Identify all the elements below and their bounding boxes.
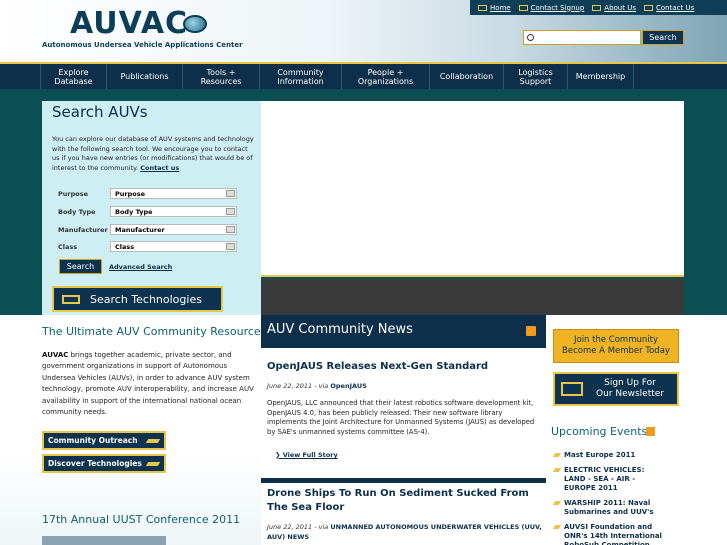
community-column: The Ultimate AUV Community Resource AUVA… <box>0 315 261 545</box>
community-outreach-button[interactable]: Community Outreach <box>42 431 166 450</box>
dropdown-arrow-icon <box>226 226 235 233</box>
news-header: AUV Community News <box>261 315 546 348</box>
news-column: AUV Community News OpenJAUS Releases Nex… <box>261 315 546 545</box>
story-title[interactable]: OpenJAUS Releases Next-Gen Standard <box>267 360 542 374</box>
filter-purpose: Purpose Purpose <box>58 188 237 199</box>
auv-search-button[interactable]: Search <box>59 259 102 274</box>
mail-icon <box>518 4 528 11</box>
home-link[interactable]: Home <box>478 4 511 12</box>
right-column: Join the Community Become A Member Today… <box>546 315 727 545</box>
site-search-button[interactable]: Search <box>642 30 684 45</box>
contact-signup-link[interactable]: Contact Signup <box>518 4 584 12</box>
body-type-select[interactable]: Body Type <box>110 206 237 217</box>
event-item[interactable]: Mast Europe 2011 <box>554 451 672 460</box>
search-technologies-button[interactable]: Search Technologies <box>52 286 223 312</box>
info-icon <box>592 4 602 11</box>
nav-logistics-support[interactable]: Logistics Support <box>504 64 568 89</box>
news-title: AUV Community News <box>267 322 413 337</box>
logo-globe-icon <box>183 15 207 33</box>
dropdown-arrow-icon <box>226 243 235 250</box>
swoosh-icon <box>145 462 161 466</box>
news-divider <box>261 478 546 483</box>
contact-icon <box>643 4 653 11</box>
story-body: OpenJAUS, LLC announced that their lates… <box>267 399 535 436</box>
event-item[interactable]: ELECTRIC VEHICLES: LAND - SEA - AIR - EU… <box>554 466 672 493</box>
search-auvs-panel: Search AUVs You can explore our database… <box>42 101 261 315</box>
event-item[interactable]: AUVSI Foundation and ONR's 14th Internat… <box>554 523 672 545</box>
nav-collaboration[interactable]: Collaboration <box>430 64 504 89</box>
dropdown-arrow-icon <box>226 190 235 197</box>
site-search-input[interactable] <box>523 30 641 45</box>
discover-technologies-button[interactable]: Discover Technologies <box>42 454 166 473</box>
media-caption-strip <box>261 279 684 315</box>
envelope-icon <box>561 382 583 396</box>
nav-community-information[interactable]: Community Information <box>260 64 342 89</box>
upcoming-events-title: Upcoming Events <box>551 425 648 438</box>
filter-class: Class Class <box>58 241 237 252</box>
logo-wordmark[interactable]: AUVAC <box>70 6 188 41</box>
conference-image[interactable] <box>42 536 166 545</box>
community-title: The Ultimate AUV Community Resource <box>42 325 261 338</box>
nav-membership[interactable]: Membership <box>568 64 634 89</box>
logo-tagline: Autonomous Undersea Vehicle Applications… <box>42 41 243 49</box>
nav-people-organizations[interactable]: People + Organizations <box>342 64 430 89</box>
conference-title: 17th Annual UUST Conference 2011 <box>42 513 241 526</box>
story-meta: June 22, 2011 - via UNMANNED AUTONOMOUS … <box>267 523 542 541</box>
battery-icon <box>62 295 80 304</box>
story-meta: June 22, 2011 - via OpenJAUS <box>267 382 367 390</box>
view-full-story-link[interactable]: ❯ View Full Story <box>275 451 338 459</box>
dropdown-arrow-icon <box>226 208 235 215</box>
filter-manufacturer: Manufacturer Manufacturer <box>58 224 237 235</box>
contact-us-inline-link[interactable]: Contact us <box>140 164 179 172</box>
about-us-link[interactable]: About Us <box>592 4 636 12</box>
nav-tools-resources[interactable]: Tools + Resources <box>183 64 260 89</box>
swoosh-icon <box>145 439 161 443</box>
search-intro: You can explore our database of AUV syst… <box>52 135 254 172</box>
purpose-select[interactable]: Purpose <box>110 188 237 199</box>
join-community-button[interactable]: Join the Community Become A Member Today <box>553 329 679 363</box>
story-title[interactable]: Drone Ships To Run On Sediment Sucked Fr… <box>267 487 542 515</box>
home-icon <box>478 4 487 11</box>
class-select[interactable]: Class <box>110 241 237 252</box>
site-header: AUVAC Autonomous Undersea Vehicle Applic… <box>0 0 727 62</box>
manufacturer-select[interactable]: Manufacturer <box>110 224 237 235</box>
advanced-search-link[interactable]: Advanced Search <box>109 263 172 271</box>
feature-media-area <box>261 101 684 277</box>
search-icon <box>527 34 534 41</box>
main-nav: Explore Database Publications Tools + Re… <box>0 62 727 89</box>
nav-explore-database[interactable]: Explore Database <box>40 64 107 89</box>
rss-icon[interactable] <box>646 427 655 436</box>
community-description: AUVAC brings together academic, private … <box>42 351 254 417</box>
contact-us-link[interactable]: Contact Us <box>643 4 694 12</box>
event-item[interactable]: WARSHIP 2011: Naval Submarines and UUV's <box>554 499 672 517</box>
newsletter-signup-button[interactable]: Sign Up For Our Newsletter <box>553 372 679 406</box>
filter-body-type: Body Type Body Type <box>58 206 237 217</box>
rss-icon[interactable] <box>526 326 536 336</box>
utility-links: Home Contact Signup About Us Contact Us <box>470 0 727 15</box>
search-auvs-title: Search AUVs <box>52 103 148 121</box>
nav-publications[interactable]: Publications <box>107 64 183 89</box>
